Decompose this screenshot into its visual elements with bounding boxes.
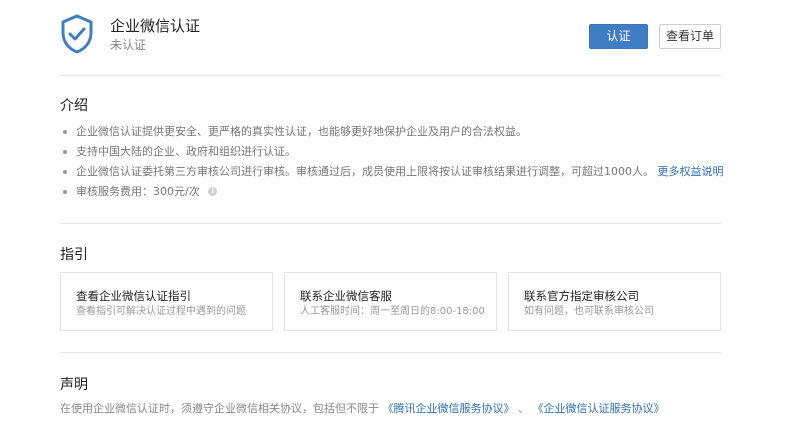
status-text: 未认证	[110, 38, 147, 52]
intro-text: 审核服务费用：300元/次	[76, 185, 200, 198]
statement-text-row: 在使用企业微信认证时，须遵守企业微信相关协议，包括但不限于 《腾讯企业微信服务协…	[60, 401, 665, 417]
bullet-dot	[63, 170, 67, 174]
verify-button[interactable]: 认证	[589, 24, 648, 49]
tencent-service-agreement-link[interactable]: 《腾讯企业微信服务协议》	[383, 402, 515, 415]
intro-text: 企业微信认证提供更安全、更严格的真实性认证，也能够更好地保护企业及用户的合法权益…	[76, 125, 527, 138]
card-desc: 人工客服时间：周一至周日的8:00-18:00	[300, 306, 485, 317]
guide-card-audit-company[interactable]: 联系官方指定审核公司 如有问题，也可联系审核公司	[508, 272, 721, 331]
card-title: 联系企业微信客服	[300, 289, 392, 303]
header: 企业微信认证 未认证 认证 查看订单	[60, 14, 721, 58]
list-item: 企业微信认证提供更安全、更严格的真实性认证，也能够更好地保护企业及用户的合法权益…	[62, 122, 732, 142]
guide-card-verification-guide[interactable]: 查看企业微信认证指引 查看指引可解决认证过程中遇到的问题	[60, 272, 273, 331]
statement-text: 在使用企业微信认证时，须遵守企业微信相关协议，包括但不限于	[60, 402, 379, 415]
verification-agreement-link[interactable]: 《企业微信认证服务协议》	[533, 402, 665, 415]
intro-title: 介绍	[60, 98, 88, 114]
statement-title: 声明	[60, 377, 88, 393]
card-title: 查看企业微信认证指引	[76, 289, 191, 303]
bullet-dot	[63, 190, 67, 194]
guide-card-customer-service[interactable]: 联系企业微信客服 人工客服时间：周一至周日的8:00-18:00	[284, 272, 497, 331]
list-item: 审核服务费用：300元/次 i	[62, 182, 732, 202]
divider	[60, 352, 721, 353]
more-benefits-link[interactable]: 更多权益说明	[658, 165, 724, 178]
page-title: 企业微信认证	[110, 17, 201, 35]
bullet-dot	[63, 150, 67, 154]
list-item: 企业微信认证委托第三方审核公司进行审核。审核通过后，成员使用上限将按认证审核结果…	[62, 162, 732, 182]
separator: 、	[518, 402, 529, 415]
bullet-dot	[63, 130, 67, 134]
card-desc: 如有问题，也可联系审核公司	[524, 306, 654, 317]
divider	[60, 75, 721, 76]
view-orders-button[interactable]: 查看订单	[659, 24, 721, 49]
guide-title: 指引	[60, 247, 88, 263]
info-icon[interactable]: i	[208, 186, 218, 196]
card-title: 联系官方指定审核公司	[524, 289, 639, 303]
card-desc: 查看指引可解决认证过程中遇到的问题	[76, 306, 246, 317]
page: 企业微信认证 未认证 认证 查看订单 介绍 企业微信认证提供更安全、更严格的真实…	[0, 0, 801, 443]
divider	[60, 223, 721, 224]
shield-check-icon	[61, 14, 93, 54]
list-item: 支持中国大陆的企业、政府和组织进行认证。	[62, 142, 732, 162]
intro-list: 企业微信认证提供更安全、更严格的真实性认证，也能够更好地保护企业及用户的合法权益…	[62, 122, 732, 202]
intro-text: 支持中国大陆的企业、政府和组织进行认证。	[76, 145, 296, 158]
intro-text: 企业微信认证委托第三方审核公司进行审核。审核通过后，成员使用上限将按认证审核结果…	[76, 165, 654, 178]
